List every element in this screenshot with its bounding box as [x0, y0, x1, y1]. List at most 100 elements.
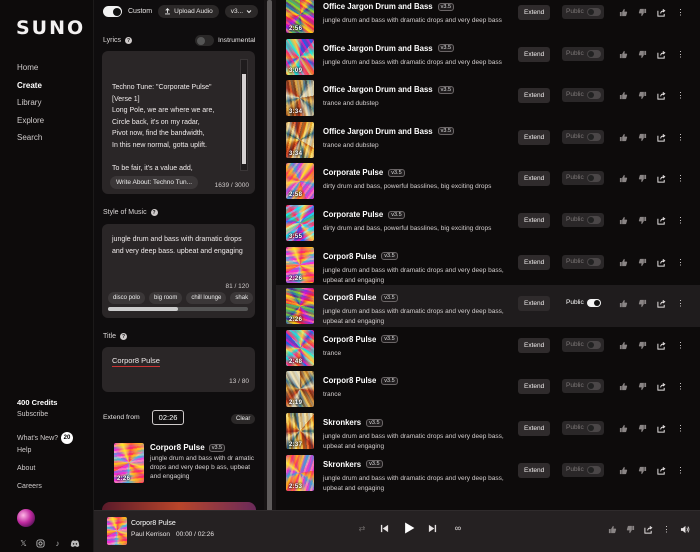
- whats-new-link[interactable]: What's New? 20: [17, 429, 89, 447]
- nav-explore[interactable]: Explore: [17, 116, 44, 134]
- song-title[interactable]: Corporate Pulse: [323, 210, 383, 219]
- public-switch[interactable]: [587, 132, 601, 141]
- share-icon[interactable]: [657, 466, 666, 475]
- nav-library[interactable]: Library: [17, 98, 44, 116]
- more-icon[interactable]: ⋮: [676, 466, 685, 475]
- public-switch[interactable]: [587, 465, 601, 474]
- clear-button[interactable]: Clear: [231, 414, 256, 424]
- upload-audio-button[interactable]: Upload Audio: [158, 5, 219, 18]
- volume-icon[interactable]: [680, 525, 690, 534]
- public-toggle[interactable]: Public: [562, 46, 604, 61]
- extend-button[interactable]: Extend: [518, 421, 551, 436]
- song-title[interactable]: Corpor8 Pulse: [323, 335, 376, 344]
- song-title[interactable]: Skronkers: [323, 460, 361, 469]
- song-row[interactable]: 3:55 Corporate Pulse v3.5 dirty drum and ba…: [276, 202, 700, 244]
- extend-button[interactable]: Extend: [518, 5, 551, 20]
- public-switch[interactable]: [587, 299, 601, 308]
- more-icon[interactable]: ⋮: [676, 382, 685, 391]
- extend-button[interactable]: Extend: [518, 462, 551, 478]
- song-row[interactable]: 3:09 Office Jargon Drum and Bass v3.5 jungl…: [276, 36, 700, 78]
- chips-scroll-thumb[interactable]: [108, 307, 178, 311]
- thumbs-down-icon[interactable]: [638, 258, 647, 267]
- song-row[interactable]: 2:37 Skronkers v3.5 jungle drum and bass wi…: [276, 410, 700, 452]
- share-icon[interactable]: [657, 299, 666, 308]
- thumbs-up-icon[interactable]: [619, 382, 628, 391]
- more-icon[interactable]: ⋮: [676, 299, 685, 308]
- more-icon[interactable]: ⋮: [676, 424, 685, 433]
- song-cover[interactable]: 2:58: [286, 163, 314, 200]
- public-switch[interactable]: [587, 91, 601, 100]
- extend-time-input[interactable]: 02:26: [151, 410, 185, 425]
- share-icon[interactable]: [657, 382, 666, 391]
- extend-button[interactable]: Extend: [518, 379, 551, 395]
- thumbs-down-icon[interactable]: [638, 50, 647, 59]
- song-cover[interactable]: 2:26: [286, 246, 314, 283]
- nav-create[interactable]: Create: [17, 81, 44, 99]
- thumbs-up-icon[interactable]: [608, 525, 617, 534]
- suno-logo[interactable]: SUNO: [16, 17, 85, 39]
- song-cover[interactable]: 2:19: [286, 371, 314, 408]
- thumbs-down-icon[interactable]: [638, 466, 647, 475]
- player-cover[interactable]: [107, 517, 127, 545]
- thumbs-up-icon[interactable]: [619, 258, 628, 267]
- extend-button[interactable]: Extend: [518, 296, 551, 312]
- style-chip[interactable]: chill lounge: [186, 292, 227, 304]
- song-title[interactable]: Corpor8 Pulse: [323, 293, 376, 302]
- share-icon[interactable]: [657, 50, 666, 59]
- extend-button[interactable]: Extend: [518, 337, 551, 353]
- song-title[interactable]: Office Jargon Drum and Bass: [323, 127, 433, 136]
- thumbs-down-icon[interactable]: [638, 91, 647, 100]
- player-artist[interactable]: Paul Kerrison: [131, 531, 170, 538]
- player-title[interactable]: Corpor8 Pulse: [131, 520, 176, 527]
- song-cover[interactable]: 3:34: [286, 80, 314, 117]
- previous-icon[interactable]: [380, 524, 392, 533]
- instagram-icon[interactable]: [36, 539, 45, 548]
- thumbs-up-icon[interactable]: [619, 216, 628, 225]
- public-switch[interactable]: [587, 257, 601, 266]
- x-icon[interactable]: 𝕏: [19, 539, 28, 548]
- thumbs-up-icon[interactable]: [619, 174, 628, 183]
- panel-scroll-thumb[interactable]: [267, 0, 272, 520]
- thumbs-down-icon[interactable]: [638, 216, 647, 225]
- public-toggle[interactable]: Public: [562, 129, 604, 144]
- extend-button[interactable]: Extend: [518, 213, 551, 228]
- public-toggle[interactable]: Public: [562, 171, 604, 186]
- public-switch[interactable]: [587, 8, 601, 16]
- song-cover[interactable]: 3:34: [286, 121, 314, 158]
- public-toggle[interactable]: Public: [562, 254, 604, 269]
- lyrics-textarea[interactable]: Techno Tune: "Corporate Pulse" [Verse 1]…: [102, 51, 255, 194]
- song-title[interactable]: Office Jargon Drum and Bass: [323, 44, 433, 53]
- more-icon[interactable]: ⋮: [676, 50, 685, 59]
- thumbs-down-icon[interactable]: [626, 525, 635, 534]
- song-title[interactable]: Corpor8 Pulse: [323, 252, 376, 261]
- thumbs-up-icon[interactable]: [619, 466, 628, 475]
- song-title[interactable]: Corporate Pulse: [323, 168, 383, 177]
- share-icon[interactable]: [657, 91, 666, 100]
- thumbs-up-icon[interactable]: [619, 299, 628, 308]
- help-link[interactable]: Help: [17, 447, 89, 465]
- nav-home[interactable]: Home: [17, 63, 44, 81]
- share-icon[interactable]: [657, 216, 666, 225]
- public-switch[interactable]: [587, 382, 601, 391]
- public-switch[interactable]: [587, 174, 601, 183]
- song-cover[interactable]: 3:55: [286, 205, 314, 241]
- instrumental-toggle[interactable]: [195, 35, 214, 46]
- panel-scrollbar[interactable]: [264, 0, 276, 552]
- more-icon[interactable]: ⋮: [676, 174, 685, 183]
- public-toggle[interactable]: Public: [562, 296, 604, 310]
- song-cover[interactable]: 2:56: [286, 0, 314, 33]
- public-toggle[interactable]: Public: [562, 337, 604, 352]
- share-icon[interactable]: [644, 525, 653, 534]
- thumbs-down-icon[interactable]: [638, 133, 647, 142]
- avatar[interactable]: [17, 509, 35, 527]
- loop-icon[interactable]: ∞: [452, 523, 464, 533]
- share-icon[interactable]: [657, 424, 666, 433]
- song-row[interactable]: 3:34 Office Jargon Drum and Bass v3.5 tranc…: [276, 77, 700, 119]
- extend-button[interactable]: Extend: [518, 254, 551, 270]
- custom-toggle[interactable]: [103, 6, 122, 17]
- discord-icon[interactable]: [70, 539, 80, 548]
- shuffle-icon[interactable]: ⇄: [356, 524, 368, 533]
- help-icon[interactable]: ?: [125, 37, 133, 44]
- lyrics-scroll-thumb[interactable]: [242, 74, 246, 164]
- song-row[interactable]: 3:34 Office Jargon Drum and Bass v3.5 tranc…: [276, 119, 700, 161]
